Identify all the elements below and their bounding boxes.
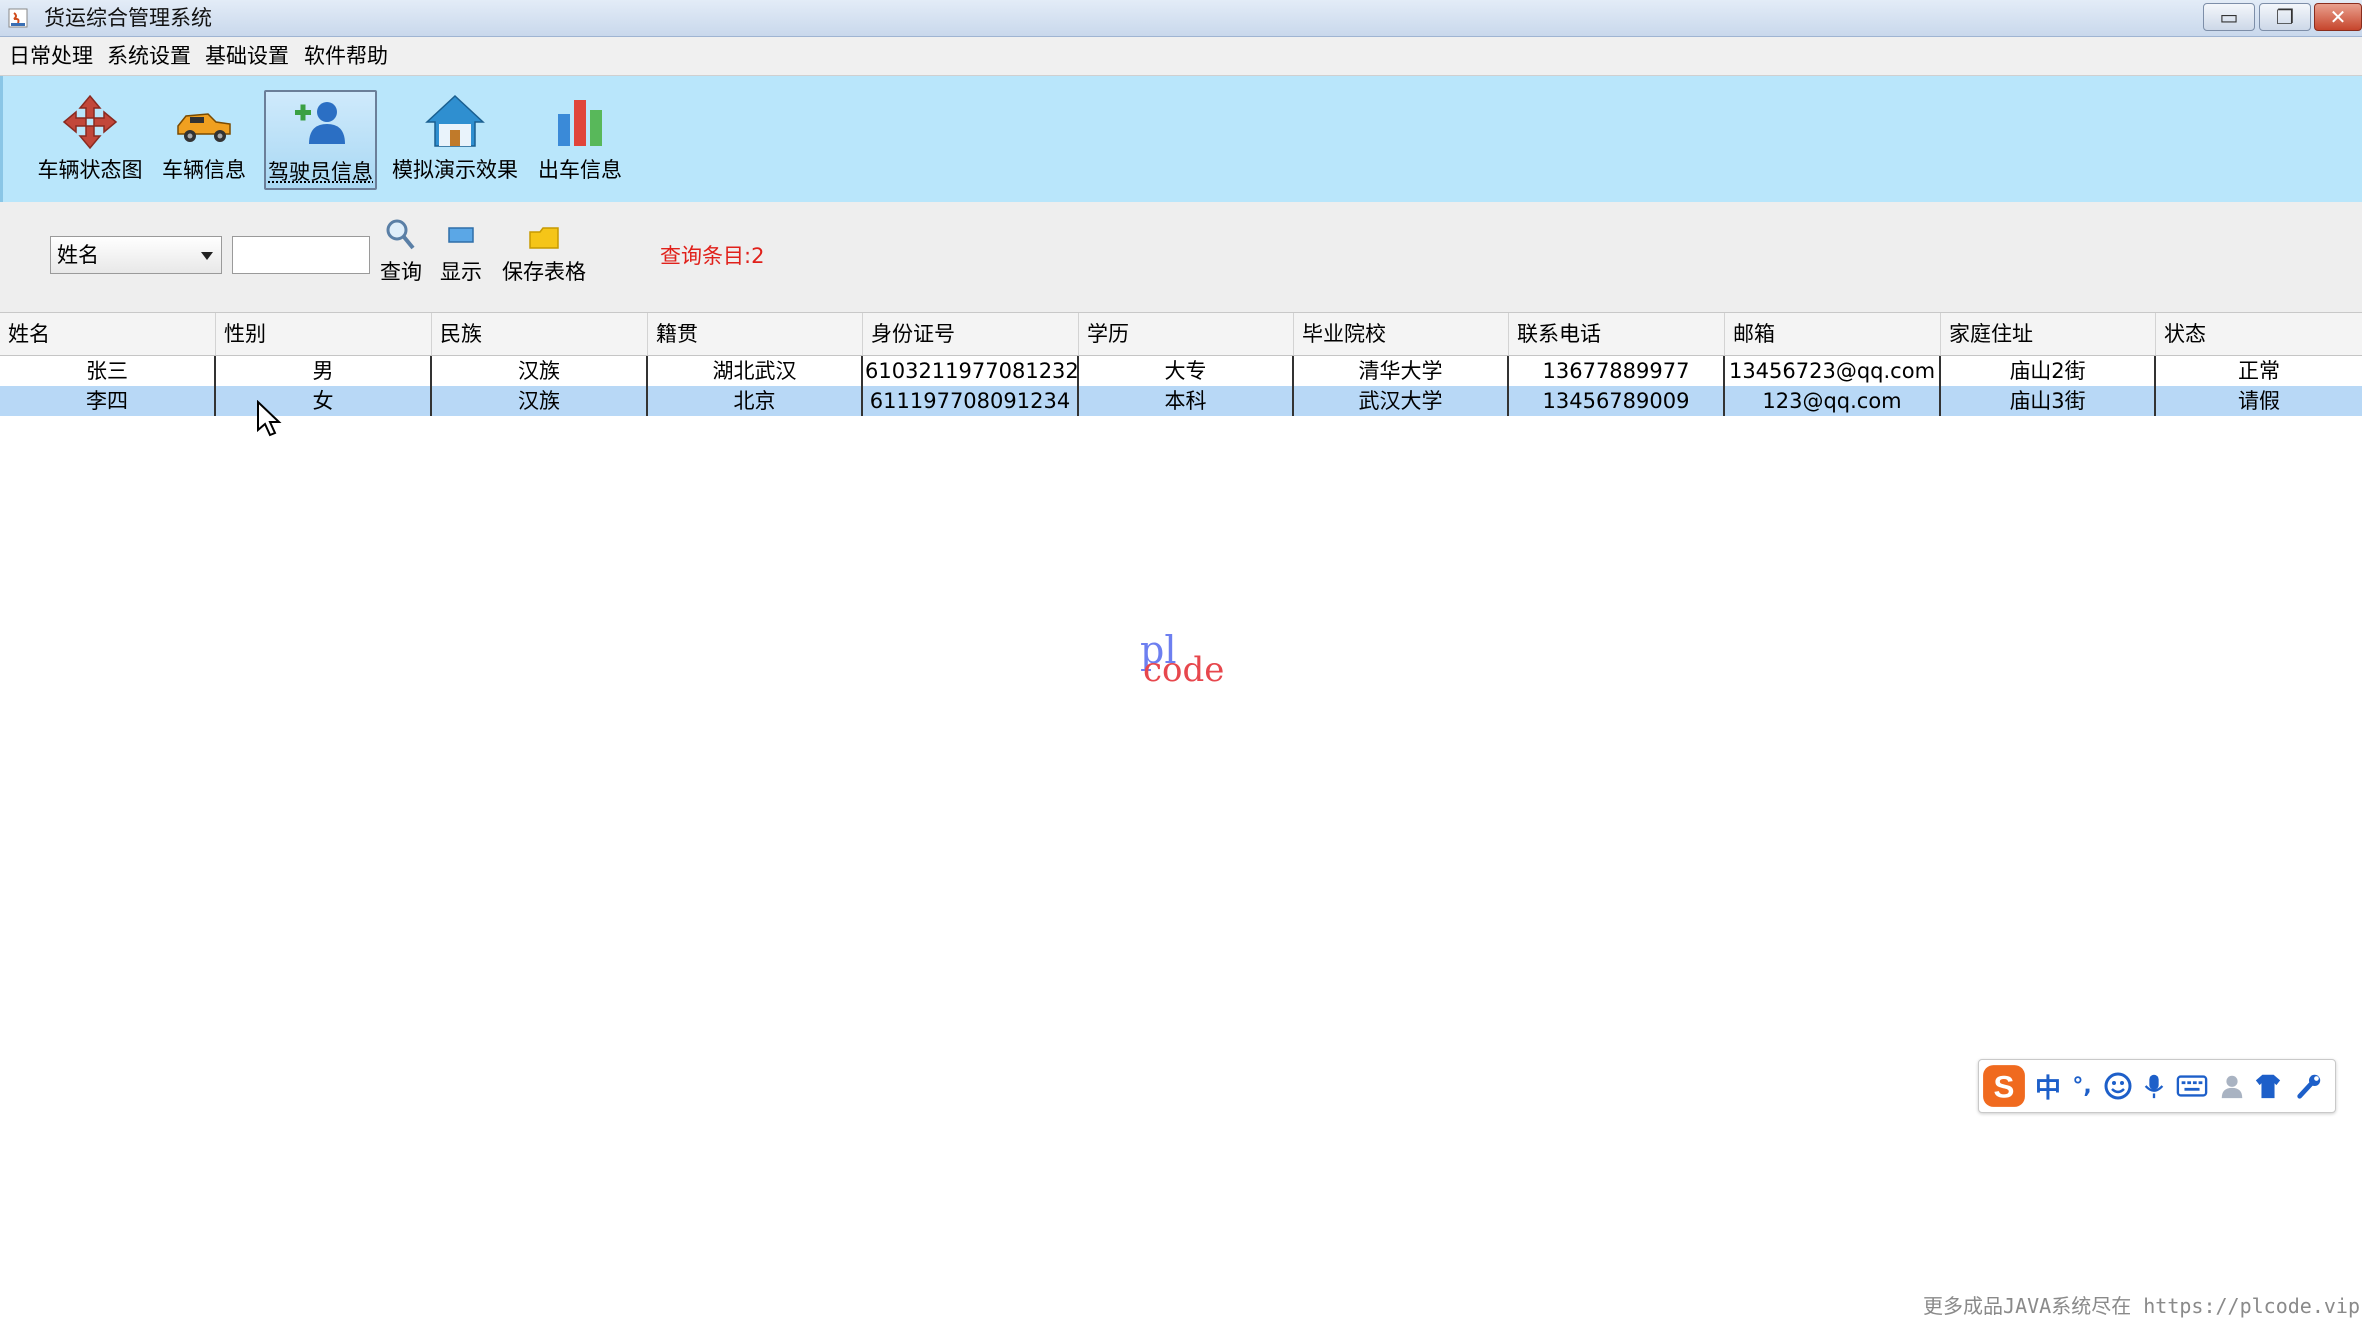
wrench-settings-icon[interactable] (2289, 1068, 2329, 1104)
truck-icon (177, 113, 231, 142)
result-count: 查询条目:2 (660, 244, 765, 268)
tool-vehicle-info[interactable]: 车辆信息 (157, 90, 251, 190)
query-button[interactable]: 查询 (380, 216, 422, 286)
save-table-button[interactable]: 保存表格 (502, 216, 586, 286)
add-user-icon (294, 102, 345, 144)
display-icon (448, 227, 474, 243)
table-cell: 女 (216, 386, 432, 416)
tool-label: 车辆状态图 (37, 158, 143, 182)
table-cell: 大专 (1079, 356, 1294, 386)
table-cell: 123@qq.com (1725, 386, 1941, 416)
search-icon (386, 219, 415, 250)
table-cell: 请假 (2238, 389, 2280, 413)
menu-daily[interactable]: 日常处理 (9, 42, 93, 70)
title-bar: 货运综合管理系统 ▭ ❐ ✕ (0, 0, 2362, 37)
table-row[interactable]: 张三 男 汉族 湖北武汉 6103211977081232... 大专 清华大学… (0, 356, 2362, 386)
column-header[interactable]: 籍贯 (648, 313, 863, 355)
column-header[interactable]: 姓名 (0, 313, 216, 355)
tool-label: 出车信息 (538, 158, 622, 182)
table-cell: 13677889977 (1509, 356, 1725, 386)
column-header[interactable]: 身份证号 (863, 313, 1079, 355)
skin-shirt-icon[interactable] (2251, 1068, 2285, 1104)
search-field-select[interactable]: 姓名 (50, 236, 222, 274)
table-cell: 李四 (0, 386, 216, 416)
watermark-logo: pl code (1140, 628, 1240, 690)
tool-simulation[interactable]: 模拟演示效果 (389, 90, 521, 190)
watermark-code: code (1143, 650, 1225, 690)
restore-icon: ❐ (2276, 5, 2294, 29)
show-label: 显示 (440, 260, 482, 284)
table-cell: 男 (216, 356, 432, 386)
table-header: 姓名 性别 民族 籍贯 身份证号 学历 毕业院校 联系电话 邮箱 家庭住址 状态 (0, 313, 2362, 356)
column-header[interactable]: 家庭住址 (1941, 313, 2156, 355)
table-cell: 湖北武汉 (648, 356, 863, 386)
column-header[interactable]: 学历 (1079, 313, 1294, 355)
table-cell: 清华大学 (1294, 356, 1509, 386)
ime-mode-chinese[interactable]: 中 (2031, 1068, 2065, 1104)
house-icon (425, 94, 485, 147)
menu-basic-settings[interactable]: 基础设置 (205, 42, 289, 70)
column-header[interactable]: 联系电话 (1509, 313, 1725, 355)
column-header[interactable]: 民族 (432, 313, 648, 355)
svg-text:S: S (1994, 1070, 2015, 1105)
close-icon: ✕ (2329, 5, 2347, 29)
show-button[interactable]: 显示 (440, 216, 482, 286)
tool-dispatch-info[interactable]: 出车信息 (533, 90, 627, 190)
emoji-icon[interactable] (2101, 1068, 2135, 1104)
menu-bar: 日常处理 系统设置 基础设置 软件帮助 (0, 37, 2362, 76)
table-cell: 13456789009 (1509, 386, 1725, 416)
bar-chart-icon (558, 100, 602, 146)
table-cell: 汉族 (432, 356, 648, 386)
tool-label: 车辆信息 (162, 158, 246, 182)
table-cell: 汉族 (432, 386, 648, 416)
table-cell: 正常 (2238, 359, 2280, 383)
column-header[interactable]: 邮箱 (1725, 313, 1941, 355)
tool-label: 模拟演示效果 (392, 158, 518, 182)
move-arrows-icon (62, 94, 118, 150)
toolbar: 车辆状态图 车辆信息 驾驶员信息 模拟演示效果 出车信息 (0, 76, 2362, 202)
minimize-icon: ▭ (2219, 5, 2239, 29)
search-field-value: 姓名 (57, 243, 99, 267)
driver-table: 姓名 性别 民族 籍贯 身份证号 学历 毕业院校 联系电话 邮箱 家庭住址 状态… (0, 313, 2362, 416)
table-cell: 13456723@qq.com (1725, 356, 1941, 386)
save-label: 保存表格 (502, 260, 586, 284)
user-account-icon[interactable] (2215, 1068, 2249, 1104)
java-app-icon (8, 8, 28, 28)
query-label: 查询 (380, 260, 422, 284)
tool-vehicle-status[interactable]: 车辆状态图 (35, 90, 145, 190)
folder-icon (529, 227, 559, 249)
table-cell: 北京 (648, 386, 863, 416)
menu-help[interactable]: 软件帮助 (304, 42, 388, 70)
window-title: 货运综合管理系统 (44, 6, 212, 30)
keyboard-icon[interactable] (2173, 1068, 2211, 1104)
tool-label: 驾驶员信息 (268, 160, 373, 184)
footer-note: 更多成品JAVA系统尽在 https://plcode.vip (1923, 1294, 2360, 1318)
ime-punctuation[interactable]: °, (2067, 1068, 2097, 1104)
column-header[interactable]: 毕业院校 (1294, 313, 1509, 355)
column-header[interactable]: 状态 (2156, 313, 2362, 355)
mouse-cursor-icon (257, 400, 282, 437)
table-cell: 6103211977081232... (863, 356, 1079, 386)
menu-system-settings[interactable]: 系统设置 (107, 42, 191, 70)
search-input[interactable] (232, 236, 370, 274)
chevron-down-icon (201, 252, 213, 260)
search-bar: 姓名 查询 显示 保存表格 查询条目:2 (0, 202, 2362, 313)
table-cell: 张三 (0, 356, 216, 386)
table-cell: 庙山2街 (1941, 356, 2156, 386)
column-header[interactable]: 性别 (216, 313, 432, 355)
restore-button[interactable]: ❐ (2259, 3, 2311, 31)
ime-toolbar: S 中 °, (1978, 1059, 2336, 1113)
tool-driver-info[interactable]: 驾驶员信息 (264, 90, 377, 190)
minimize-button[interactable]: ▭ (2203, 3, 2255, 31)
table-cell: 本科 (1079, 386, 1294, 416)
table-cell: 武汉大学 (1294, 386, 1509, 416)
table-row-selected[interactable]: 李四 女 汉族 北京 611197708091234 本科 武汉大学 13456… (0, 386, 2362, 416)
table-cell: 庙山3街 (1941, 386, 2156, 416)
close-button[interactable]: ✕ (2314, 3, 2362, 31)
sogou-logo-icon[interactable]: S (1979, 1065, 2029, 1107)
table-cell: 611197708091234 (863, 386, 1079, 416)
microphone-icon[interactable] (2139, 1068, 2169, 1104)
